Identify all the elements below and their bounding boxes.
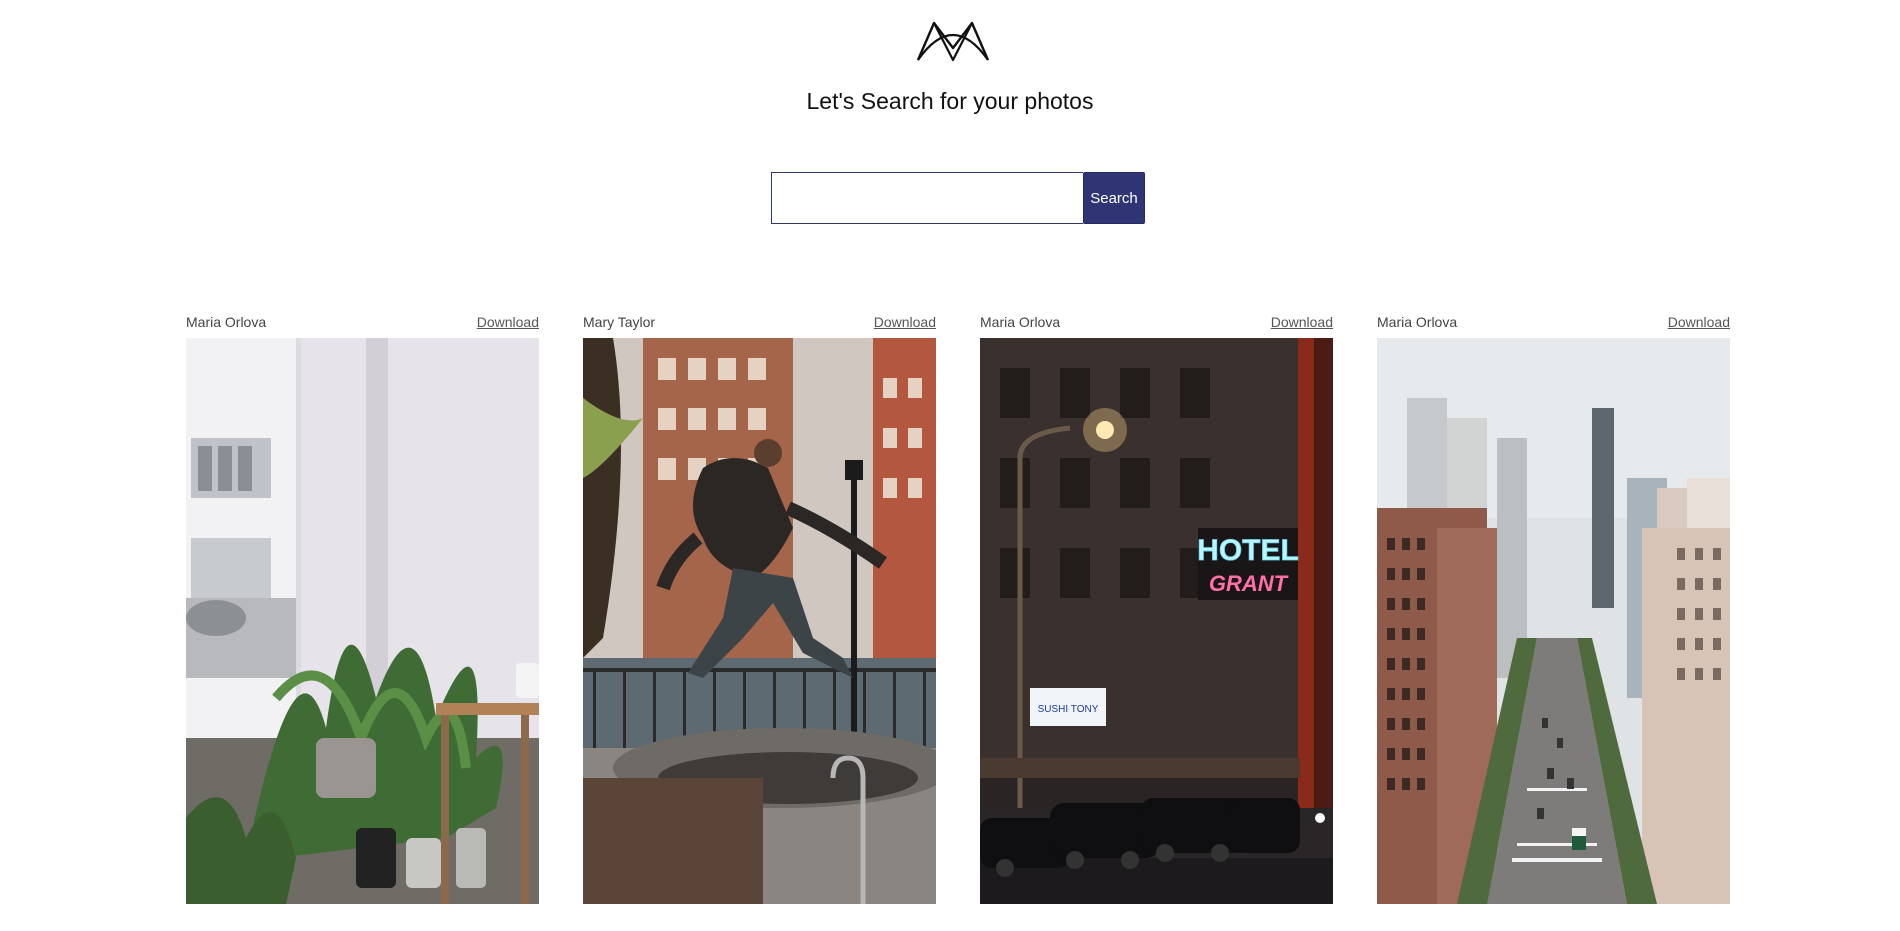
search-input[interactable] xyxy=(771,172,1083,224)
photo-card-header: Mary Taylor Download xyxy=(583,312,936,332)
page: Let's Search for your photos Search Mari… xyxy=(0,0,1900,931)
photo-author: Maria Orlova xyxy=(980,314,1061,330)
svg-text:HOTEL: HOTEL xyxy=(1197,534,1299,567)
photo-author: Maria Orlova xyxy=(1377,314,1458,330)
photo-author: Maria Orlova xyxy=(186,314,267,330)
plants-photo xyxy=(186,338,539,904)
photo-card-header: Maria Orlova Download xyxy=(186,312,539,332)
search-button[interactable]: Search xyxy=(1083,172,1145,224)
photo-card-header: Maria Orlova Download xyxy=(1377,312,1730,332)
download-link[interactable]: Download xyxy=(1668,314,1730,330)
page-title: Let's Search for your photos xyxy=(806,88,1094,114)
download-link[interactable]: Download xyxy=(874,314,936,330)
city-photo xyxy=(1377,338,1730,904)
photo-image[interactable]: HOTEL GRANT SUSHI TONY xyxy=(980,338,1333,904)
mm-logo-icon xyxy=(916,21,990,62)
download-link[interactable]: Download xyxy=(477,314,539,330)
photo-image[interactable] xyxy=(583,338,936,904)
jumping-photo xyxy=(583,338,936,904)
photo-author: Mary Taylor xyxy=(583,314,656,330)
hotel-photo: HOTEL GRANT SUSHI TONY xyxy=(980,338,1333,904)
photo-card: Mary Taylor Download xyxy=(583,312,936,904)
search-form: Search xyxy=(771,172,1145,224)
download-link[interactable]: Download xyxy=(1271,314,1333,330)
photo-image[interactable] xyxy=(186,338,539,904)
photo-card: Maria Orlova Download xyxy=(186,312,539,904)
svg-text:SUSHI TONY: SUSHI TONY xyxy=(1038,704,1099,715)
photo-grid: Maria Orlova Download Mary Taylor Downlo… xyxy=(186,312,1730,904)
photo-card: Maria Orlova Download xyxy=(1377,312,1730,904)
photo-card-header: Maria Orlova Download xyxy=(980,312,1333,332)
photo-image[interactable] xyxy=(1377,338,1730,904)
photo-card: Maria Orlova Download xyxy=(980,312,1333,904)
svg-text:GRANT: GRANT xyxy=(1209,571,1289,596)
